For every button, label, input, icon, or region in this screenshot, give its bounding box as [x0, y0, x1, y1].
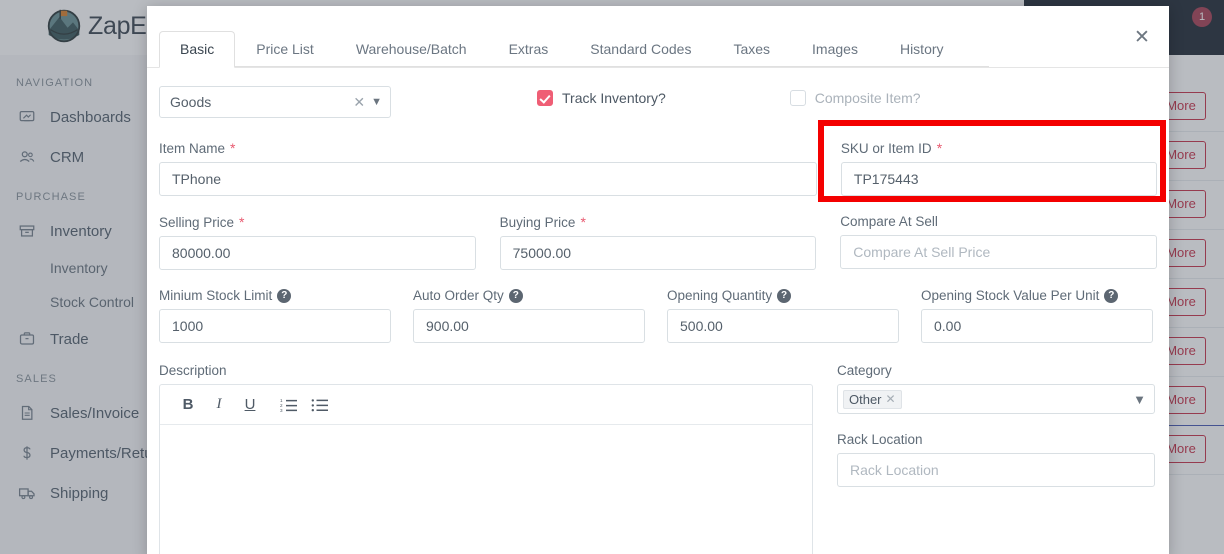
compare-at-sell-input[interactable]: Compare At Sell Price	[840, 235, 1158, 269]
help-icon[interactable]: ?	[1104, 288, 1119, 303]
rack-location-field: Rack Location Rack Location	[837, 432, 1155, 487]
sku-label: SKU or Item ID *	[841, 140, 1157, 156]
opening-quantity-label: Opening Quantity ?	[667, 288, 899, 303]
required-marker: *	[230, 140, 236, 156]
tab-basic[interactable]: Basic	[159, 31, 236, 68]
tab-warehouse-batch[interactable]: Warehouse/Batch	[335, 31, 488, 68]
tab-history[interactable]: History	[879, 31, 965, 68]
stock-row: Minium Stock Limit ? 1000 Auto Order Qty…	[159, 288, 1157, 343]
buying-price-label-text: Buying Price	[499, 214, 576, 230]
composite-item-label: Composite Item?	[814, 90, 921, 106]
type-and-flags-row: Goods ✕ ▼ Track Inventory? Composite Ite…	[159, 86, 1157, 132]
compare-at-sell-label-text: Compare At Sell	[840, 214, 938, 229]
composite-item-checkbox: Composite Item?	[789, 90, 921, 106]
svg-text:3: 3	[280, 408, 283, 413]
category-field: Category Other ✕ ▼	[837, 363, 1155, 414]
auto-order-qty-field: Auto Order Qty ? 900.00	[413, 288, 645, 343]
underline-icon[interactable]: U	[236, 391, 264, 419]
item-name-label: Item Name *	[159, 140, 817, 156]
bold-icon[interactable]: B	[174, 391, 202, 419]
opening-quantity-label-text: Opening Quantity	[667, 288, 773, 303]
checkbox-checked-icon[interactable]	[537, 90, 553, 106]
rack-location-label-text: Rack Location	[837, 432, 923, 447]
auto-order-qty-input[interactable]: 900.00	[413, 309, 645, 343]
selling-price-label-text: Selling Price	[159, 214, 235, 230]
opening-stock-value-input[interactable]: 0.00	[921, 309, 1153, 343]
description-label-text: Description	[159, 363, 227, 378]
min-stock-limit-label-text: Minium Stock Limit	[159, 288, 273, 303]
auto-order-qty-label-text: Auto Order Qty	[413, 288, 504, 303]
unordered-list-icon[interactable]	[306, 391, 334, 419]
category-rack-column: Category Other ✕ ▼ Rack Location Rack Lo…	[837, 363, 1155, 554]
chevron-down-icon[interactable]: ▼	[1133, 392, 1146, 407]
min-stock-limit-label: Minium Stock Limit ?	[159, 288, 391, 303]
category-label-text: Category	[837, 363, 892, 378]
chip-remove-icon[interactable]: ✕	[886, 392, 896, 406]
description-category-row: Description B I U 1 2 3 Category Other ✕…	[159, 363, 1157, 554]
opening-stock-value-label-text: Opening Stock Value Per Unit	[921, 288, 1100, 303]
chevron-down-icon[interactable]: ▼	[371, 96, 382, 108]
opening-stock-value-field: Opening Stock Value Per Unit ? 0.00	[921, 288, 1153, 343]
description-label: Description	[159, 363, 813, 378]
buying-price-field: Buying Price * 75000.00	[499, 214, 817, 270]
item-edit-modal: Basic Price List Warehouse/Batch Extras …	[147, 6, 1169, 554]
min-stock-limit-field: Minium Stock Limit ? 1000	[159, 288, 391, 343]
opening-quantity-field: Opening Quantity ? 500.00	[667, 288, 899, 343]
min-stock-limit-input[interactable]: 1000	[159, 309, 391, 343]
tab-taxes[interactable]: Taxes	[712, 31, 791, 68]
item-name-label-text: Item Name	[159, 140, 226, 156]
selling-price-input[interactable]: 80000.00	[159, 236, 476, 270]
item-type-select[interactable]: Goods ✕ ▼	[159, 86, 391, 118]
item-type-value: Goods	[170, 94, 212, 110]
modal-body: Goods ✕ ▼ Track Inventory? Composite Ite…	[147, 68, 1169, 554]
screen: ZapERP s new 1 NAVIGATION Dashboards	[0, 0, 1224, 554]
close-icon[interactable]: ✕	[1129, 26, 1155, 52]
tab-standard-codes[interactable]: Standard Codes	[569, 31, 712, 68]
modal-tabbar: Basic Price List Warehouse/Batch Extras …	[147, 6, 1169, 68]
item-name-input[interactable]: TPhone	[159, 162, 818, 196]
checkbox-unchecked-icon	[789, 90, 806, 106]
item-type-field: Goods ✕ ▼	[159, 86, 399, 120]
category-chip-label: Other	[849, 391, 882, 407]
required-marker: *	[936, 140, 943, 156]
item-name-field: Item Name * TPhone	[159, 140, 818, 196]
sku-field: SKU or Item ID * TP175443	[840, 140, 1157, 196]
italic-icon[interactable]: I	[205, 391, 233, 419]
tab-images[interactable]: Images	[791, 31, 879, 68]
prices-row: Selling Price * 80000.00 Buying Price * …	[159, 214, 1158, 270]
category-label: Category	[837, 363, 1155, 378]
compare-at-sell-field: Compare At Sell Compare At Sell Price	[840, 214, 1158, 270]
editor-toolbar: B I U 1 2 3	[160, 385, 812, 425]
tab-list: Basic Price List Warehouse/Batch Extras …	[159, 31, 965, 68]
buying-price-input[interactable]: 75000.00	[499, 236, 817, 270]
help-icon[interactable]: ?	[777, 288, 792, 303]
category-select[interactable]: Other ✕ ▼	[837, 384, 1155, 414]
name-sku-row: Item Name * TPhone SKU or Item ID * TP17…	[159, 140, 1157, 196]
sku-input[interactable]: TP175443	[840, 162, 1157, 196]
ordered-list-icon[interactable]: 1 2 3	[275, 391, 303, 419]
description-editor: B I U 1 2 3	[159, 384, 813, 554]
tab-price-list[interactable]: Price List	[235, 31, 335, 68]
auto-order-qty-label: Auto Order Qty ?	[413, 288, 645, 303]
required-marker: *	[580, 214, 586, 230]
buying-price-label: Buying Price *	[500, 214, 817, 230]
help-icon[interactable]: ?	[277, 288, 292, 303]
rack-location-label: Rack Location	[837, 432, 1155, 447]
opening-stock-value-label: Opening Stock Value Per Unit ?	[921, 288, 1153, 303]
tab-extras[interactable]: Extras	[488, 31, 570, 68]
category-chip[interactable]: Other ✕	[843, 389, 902, 409]
compare-at-sell-label: Compare At Sell	[840, 214, 1157, 229]
selling-price-label: Selling Price *	[159, 214, 476, 230]
selling-price-field: Selling Price * 80000.00	[159, 214, 476, 270]
help-icon[interactable]: ?	[508, 288, 523, 303]
clear-icon[interactable]: ✕	[353, 94, 365, 111]
description-field: Description B I U 1 2 3	[159, 363, 813, 554]
sku-label-text: SKU or Item ID	[840, 140, 932, 156]
description-textarea[interactable]	[160, 425, 812, 554]
track-inventory-label: Track Inventory?	[562, 90, 666, 106]
rack-location-input[interactable]: Rack Location	[837, 453, 1155, 487]
track-inventory-checkbox[interactable]: Track Inventory?	[537, 90, 666, 106]
required-marker: *	[239, 214, 245, 230]
opening-quantity-input[interactable]: 500.00	[667, 309, 899, 343]
